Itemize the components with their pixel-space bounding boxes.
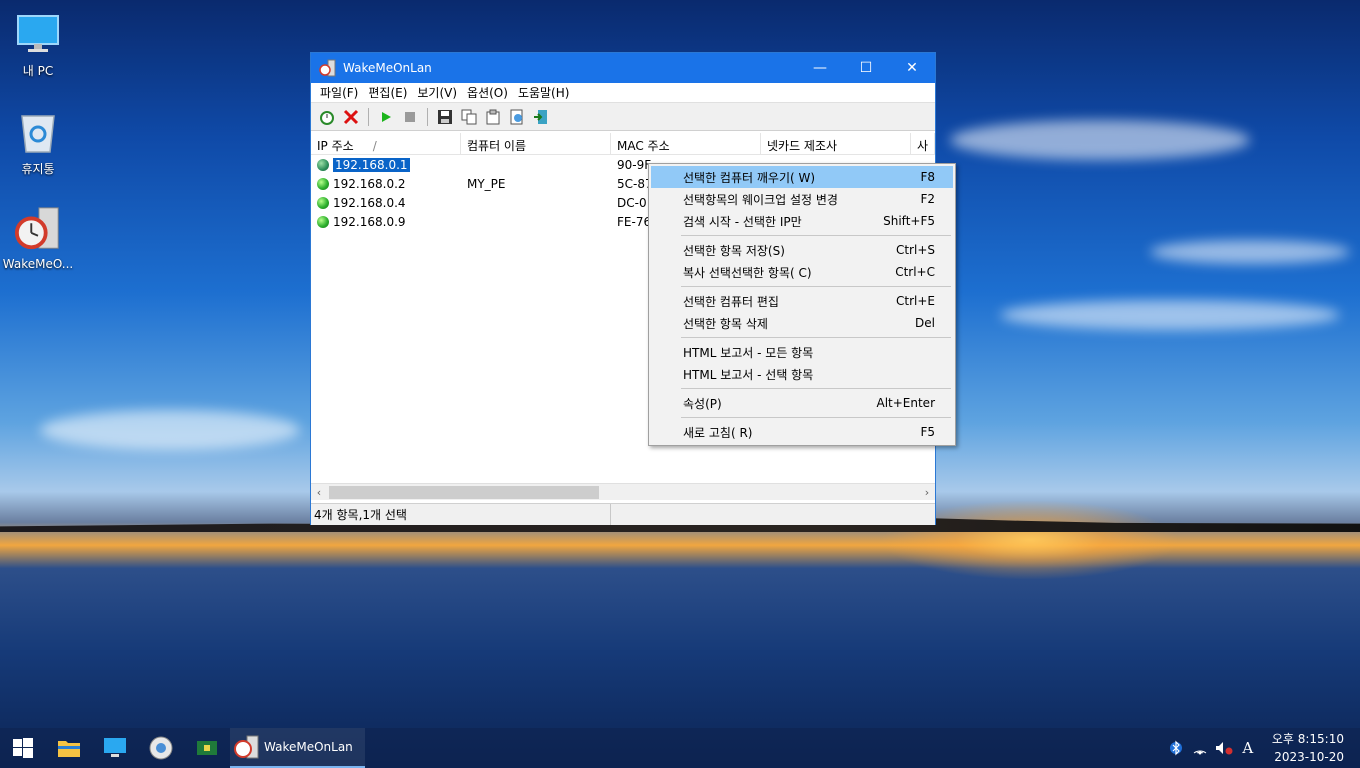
menu-item-properties[interactable]: 속성(P) Alt+Enter <box>651 392 953 414</box>
start-button[interactable] <box>0 728 46 768</box>
menu-item-copy-selected[interactable]: 복사 선택선택한 항목( C) Ctrl+C <box>651 261 953 283</box>
toolbar-separator <box>427 107 428 126</box>
column-header-vendor[interactable]: 넷카드 제조사 <box>761 133 911 154</box>
status-online-icon <box>317 158 329 171</box>
taskbar: WakeMeOnLan A 오후 8:15:10 2023-10-20 <box>0 728 1360 768</box>
status-online-icon <box>317 196 329 209</box>
html-report-icon[interactable] <box>507 107 527 127</box>
window-title: WakeMeOnLan <box>343 61 432 75</box>
clock-date: 2023-10-20 <box>1274 750 1344 764</box>
menu-file[interactable]: 파일(F) <box>315 84 363 101</box>
menu-edit[interactable]: 편집(E) <box>363 84 412 101</box>
maximize-button[interactable]: ☐ <box>843 53 889 83</box>
clock[interactable]: 오후 8:15:10 2023-10-20 <box>1260 730 1360 766</box>
menu-item-edit-computer[interactable]: 선택한 컴퓨터 편집 Ctrl+E <box>651 290 953 312</box>
context-menu: 선택한 컴퓨터 깨우기( W) F8 선택항목의 웨이크업 설정 변경 F2 검색 … <box>648 163 956 446</box>
status-bar: 4개 항목,1개 선택 <box>311 503 935 525</box>
network-icon[interactable] <box>1188 728 1212 768</box>
column-header-mac[interactable]: MAC 주소 <box>611 133 761 154</box>
taskbar-app-label: WakeMeOnLan <box>264 740 353 754</box>
horizontal-scrollbar[interactable]: ‹ › <box>311 483 935 500</box>
menu-separator <box>681 417 951 418</box>
menu-item-change-wakeup-settings[interactable]: 선택항목의 웨이크업 설정 변경 F2 <box>651 188 953 210</box>
start-icon <box>13 738 33 758</box>
menu-help[interactable]: 도움말(H) <box>513 84 575 101</box>
minimize-button[interactable]: — <box>797 53 843 83</box>
menu-item-html-report-selected[interactable]: HTML 보고서 - 선택 항목 <box>651 363 953 385</box>
menu-item-save-selected[interactable]: 선택한 항목 저장(S) Ctrl+S <box>651 239 953 261</box>
menu-options[interactable]: 옵션(O) <box>462 84 513 101</box>
column-header-computer-name[interactable]: 컴퓨터 이름 <box>461 133 611 154</box>
close-button[interactable]: ✕ <box>889 53 935 83</box>
cell-ip: 192.168.0.4 <box>333 195 406 210</box>
save-icon[interactable] <box>435 107 455 127</box>
clock-time: 오후 8:15:10 <box>1271 732 1344 746</box>
delete-x-icon[interactable] <box>341 107 361 127</box>
menu-item-html-report-all[interactable]: HTML 보고서 - 모든 항목 <box>651 341 953 363</box>
status-online-icon <box>317 215 329 228</box>
menu-item-scan-selected-ip[interactable]: 검색 시작 - 선택한 IP만 Shift+F5 <box>651 210 953 232</box>
copy-icon[interactable] <box>459 107 479 127</box>
list-header: IP 주소 / 컴퓨터 이름 MAC 주소 넷카드 제조사 사 <box>311 133 935 155</box>
cell-ip: 192.168.0.9 <box>333 214 406 229</box>
menu-separator <box>681 388 951 389</box>
taskbar-wakemeonlan[interactable]: WakeMeOnLan <box>230 728 365 768</box>
exit-icon[interactable] <box>531 107 551 127</box>
cell-name: MY_PE <box>467 176 506 191</box>
menu-item-delete-selected[interactable]: 선택한 항목 삭제 Del <box>651 312 953 334</box>
recycle-bin-icon <box>14 108 62 156</box>
taskbar-file-explorer[interactable] <box>46 728 92 768</box>
status-online-icon <box>317 177 329 190</box>
desktop-icon-label: WakeMeO... <box>2 257 74 271</box>
toolbar <box>311 103 935 131</box>
monitor-icon <box>14 10 62 58</box>
desktop-icon-label: 휴지통 <box>21 162 55 176</box>
column-header-ip[interactable]: IP 주소 / <box>311 133 461 154</box>
scroll-right-icon[interactable]: › <box>919 485 935 500</box>
desktop-icon-recycle-bin[interactable]: 휴지통 <box>0 108 76 177</box>
taskbar-monitor-app[interactable] <box>92 728 138 768</box>
cell-ip: 192.168.0.2 <box>333 176 406 191</box>
toolbar-separator <box>368 107 369 126</box>
scroll-left-icon[interactable]: ‹ <box>311 485 327 500</box>
alarm-clock-icon[interactable] <box>317 107 337 127</box>
wakemeonlan-icon <box>234 735 259 759</box>
menu-separator <box>681 235 951 236</box>
desktop-icon-my-pc[interactable]: 내 PC <box>0 10 76 79</box>
volume-muted-icon[interactable] <box>1212 728 1236 768</box>
monitor-app-icon <box>104 738 126 757</box>
taskbar-system-tool[interactable] <box>138 728 184 768</box>
cell-ip: 192.168.0.1 <box>332 156 411 173</box>
app-icon <box>319 59 337 77</box>
system-tray: A 오후 8:15:10 2023-10-20 <box>1164 728 1360 768</box>
desktop-icon-label: 내 PC <box>22 64 54 78</box>
menu-separator <box>681 337 951 338</box>
cloud <box>950 120 1250 160</box>
wakemeonlan-icon <box>14 205 62 253</box>
system-tool-icon <box>149 736 173 760</box>
sort-indicator: / <box>372 139 377 153</box>
cloud <box>1150 240 1350 264</box>
menu-bar: 파일(F) 편집(E) 보기(V) 옵션(O) 도움말(H) <box>311 83 935 103</box>
status-text: 4개 항목,1개 선택 <box>311 504 611 525</box>
properties-icon[interactable] <box>483 107 503 127</box>
title-bar[interactable]: WakeMeOnLan — ☐ ✕ <box>311 53 935 83</box>
menu-view[interactable]: 보기(V) <box>412 84 462 101</box>
menu-separator <box>681 286 951 287</box>
menu-item-refresh[interactable]: 새로 고침( R) F5 <box>651 421 953 443</box>
cloud <box>1000 300 1340 330</box>
menu-item-wake-selected[interactable]: 선택한 컴퓨터 깨우기( W) F8 <box>651 166 953 188</box>
play-icon[interactable] <box>376 107 396 127</box>
column-header-more[interactable]: 사 <box>911 133 935 154</box>
chip-icon <box>197 741 217 755</box>
file-explorer-icon <box>58 741 80 757</box>
ime-icon[interactable]: A <box>1236 728 1260 768</box>
stop-icon[interactable] <box>400 107 420 127</box>
cloud <box>40 410 300 450</box>
taskbar-chip-app[interactable] <box>184 728 230 768</box>
scrollbar-thumb[interactable] <box>329 486 599 499</box>
bluetooth-icon[interactable] <box>1164 728 1188 768</box>
desktop-icon-wakemeonlan[interactable]: WakeMeO... <box>0 205 76 271</box>
